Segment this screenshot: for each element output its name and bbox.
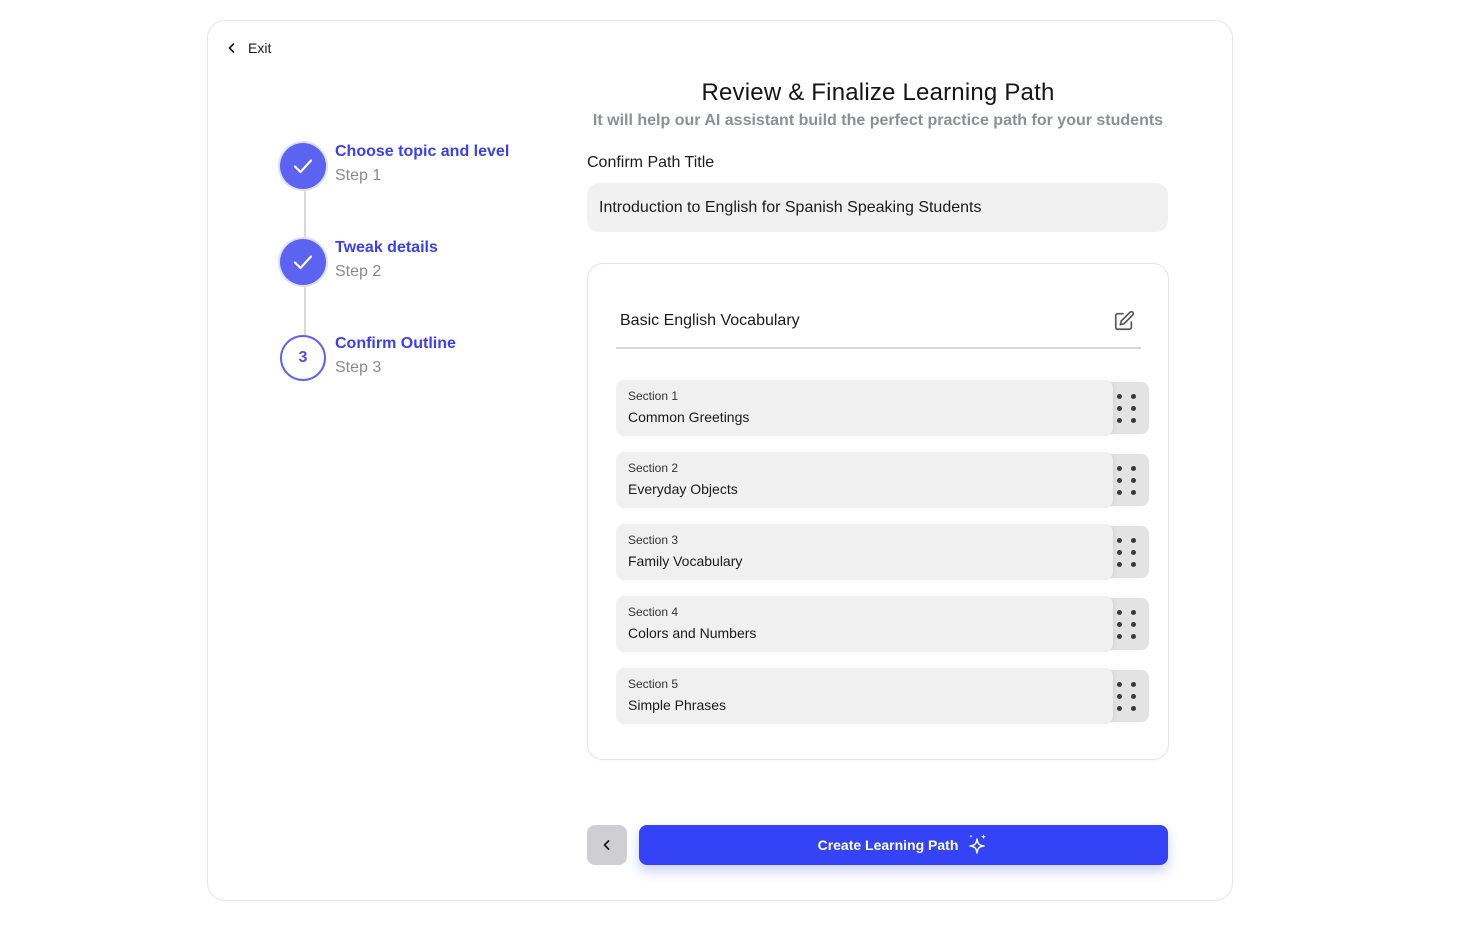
create-learning-path-button[interactable]: Create Learning Path (639, 825, 1168, 865)
exit-button[interactable]: Exit (226, 38, 271, 58)
section-row[interactable]: Section 5 Simple Phrases (616, 668, 1149, 724)
back-button[interactable] (587, 825, 627, 865)
section-row[interactable]: Section 3 Family Vocabulary (616, 524, 1149, 580)
section-item[interactable]: Section 2 Everyday Objects (616, 452, 1113, 508)
edit-icon[interactable] (1113, 310, 1135, 332)
step-2-title: Tweak details (335, 239, 438, 256)
step-3[interactable]: 3 Confirm Outline Step 3 (280, 335, 456, 381)
section-item[interactable]: Section 1 Common Greetings (616, 380, 1113, 436)
step-connector (304, 285, 306, 335)
step-2-indicator (280, 239, 326, 285)
create-button-label: Create Learning Path (817, 837, 959, 853)
step-2-subtitle: Step 2 (335, 263, 382, 280)
step-3-subtitle: Step 3 (335, 359, 382, 376)
chevron-left-icon (603, 840, 610, 850)
section-item[interactable]: Section 5 Simple Phrases (616, 668, 1113, 724)
section-number: Section 5 (628, 677, 679, 691)
wizard-card: Exit Choose topic and level Step 1 Tweak… (207, 20, 1233, 901)
step-3-title: Confirm Outline (335, 335, 456, 352)
path-title-label: Confirm Path Title (587, 154, 715, 171)
section-row[interactable]: Section 1 Common Greetings (616, 380, 1149, 436)
drag-dots-icon (1117, 537, 1137, 567)
drag-dots-icon (1117, 393, 1137, 423)
section-number: Section 2 (628, 461, 679, 475)
drag-dots-icon (1117, 609, 1137, 639)
action-bar: Create Learning Path (587, 825, 1169, 865)
section-name: Simple Phrases (628, 697, 727, 713)
outline-title: Basic English Vocabulary (620, 311, 800, 329)
step-3-indicator: 3 (280, 335, 326, 381)
outline-title-field[interactable]: Basic English Vocabulary (616, 304, 1141, 349)
path-title-input[interactable]: Introduction to English for Spanish Spea… (587, 183, 1168, 232)
section-list: Section 1 Common Greetings Section 2 Eve… (616, 380, 1149, 740)
step-1-title: Choose topic and level (335, 143, 510, 160)
checkmark-icon (293, 159, 313, 174)
section-name: Family Vocabulary (628, 553, 743, 569)
exit-label: Exit (248, 40, 272, 56)
main-column: Review & Finalize Learning Path It will … (587, 77, 1169, 865)
stepper: Choose topic and level Step 1 Tweak deta… (280, 143, 540, 413)
step-1[interactable]: Choose topic and level Step 1 (280, 143, 509, 189)
step-1-indicator (280, 143, 326, 189)
section-number: Section 1 (628, 389, 679, 403)
section-row[interactable]: Section 4 Colors and Numbers (616, 596, 1149, 652)
step-3-number: 3 (298, 349, 308, 366)
page-subtitle: It will help our AI assistant build the … (592, 112, 1164, 129)
step-2[interactable]: Tweak details Step 2 (280, 239, 438, 285)
section-item[interactable]: Section 3 Family Vocabulary (616, 524, 1113, 580)
section-item[interactable]: Section 4 Colors and Numbers (616, 596, 1113, 652)
section-number: Section 3 (628, 533, 679, 547)
section-name: Everyday Objects (628, 481, 738, 497)
drag-dots-icon (1117, 465, 1137, 495)
section-number: Section 4 (628, 605, 679, 619)
step-1-subtitle: Step 1 (335, 167, 382, 184)
drag-dots-icon (1117, 681, 1137, 711)
page-title: Review & Finalize Learning Path (701, 79, 1055, 106)
step-connector (304, 189, 306, 239)
section-name: Colors and Numbers (628, 625, 757, 641)
outline-card: Basic English Vocabulary Section 1 Commo… (587, 263, 1169, 760)
sparkle-icon (969, 834, 987, 854)
checkmark-icon (293, 255, 313, 270)
chevron-left-icon (228, 43, 235, 53)
section-row[interactable]: Section 2 Everyday Objects (616, 452, 1149, 508)
section-name: Common Greetings (628, 409, 750, 425)
